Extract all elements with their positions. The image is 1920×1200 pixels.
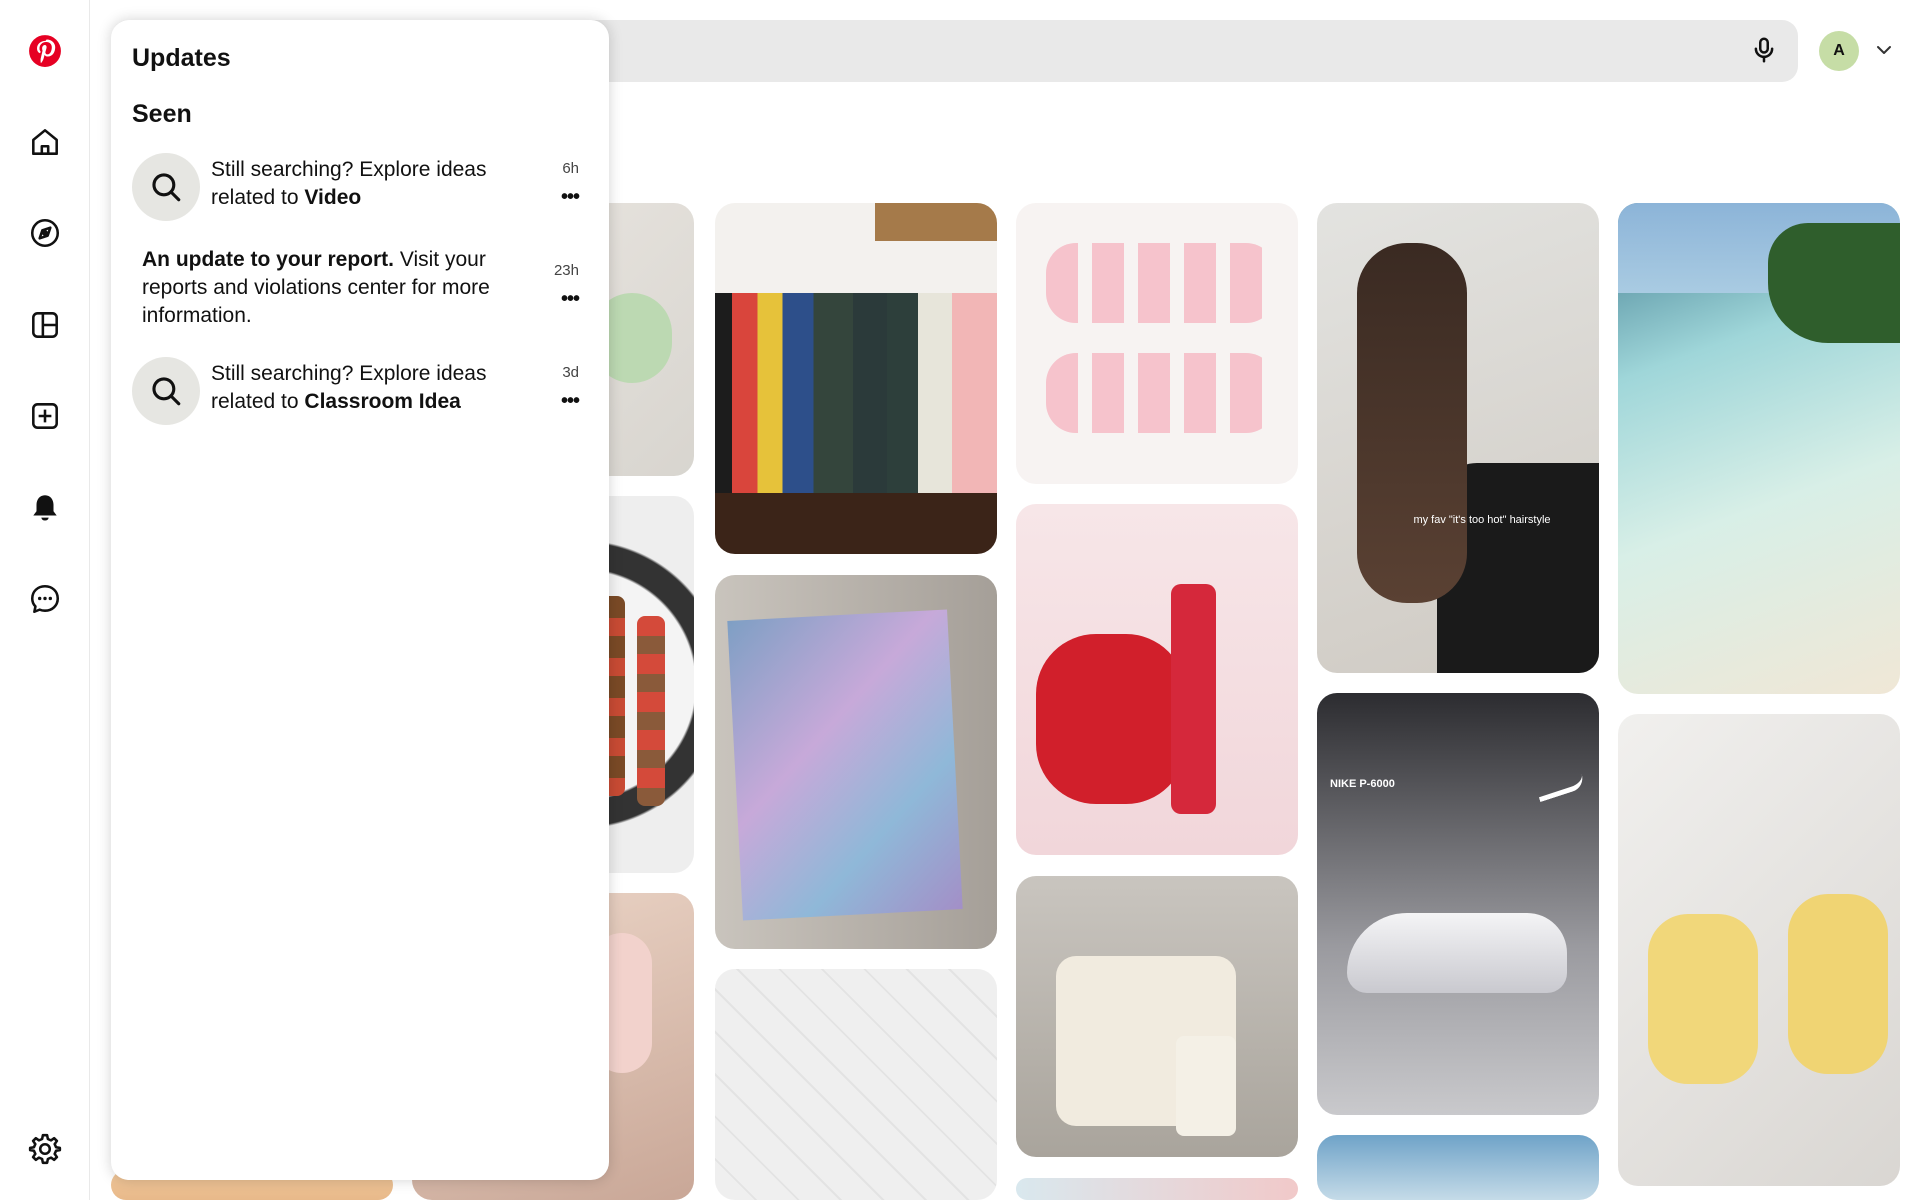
updates-nav-button[interactable] (17, 480, 73, 536)
pin-card[interactable] (1016, 504, 1298, 855)
avatar[interactable]: A (1819, 31, 1859, 71)
settings-nav-button[interactable] (17, 1121, 73, 1177)
messages-nav-button[interactable] (17, 571, 73, 627)
pinterest-logo-icon (29, 35, 61, 67)
pin-card[interactable] (1016, 876, 1298, 1157)
pin-card[interactable]: my fav "it's too hot" hairstyle (1317, 203, 1599, 673)
pin-card[interactable] (1016, 203, 1298, 484)
compass-icon (30, 218, 60, 248)
bell-icon (33, 495, 57, 521)
pin-card[interactable] (1317, 1135, 1599, 1200)
pin-card[interactable] (715, 969, 997, 1200)
pin-card[interactable] (1016, 1178, 1298, 1200)
pin-caption: NIKE P-6000 (1330, 778, 1395, 790)
explore-nav-button[interactable] (17, 205, 73, 261)
notification-time: 3d (562, 364, 579, 381)
gear-icon (28, 1133, 62, 1165)
notification-time: 23h (553, 262, 579, 279)
create-nav-button[interactable] (17, 388, 73, 444)
search-icon (152, 377, 181, 406)
notification-text: Still searching? Explore ideas related t… (211, 158, 487, 209)
boards-icon (32, 312, 58, 338)
notification-text: An update to your report. Visit your rep… (142, 248, 490, 327)
pin-card[interactable]: NIKE P-6000 (1317, 693, 1599, 1115)
notification-time: 6h (562, 160, 579, 177)
home-icon (32, 129, 58, 155)
microphone-button[interactable] (1744, 30, 1784, 70)
microphone-icon (1754, 37, 1774, 63)
notification-more-button[interactable]: ••• (561, 289, 580, 309)
search-icon-badge (132, 357, 200, 425)
chat-icon (30, 584, 60, 614)
pin-card[interactable] (1618, 203, 1900, 694)
notification-more-button[interactable]: ••• (561, 391, 580, 411)
plus-square-icon (32, 403, 58, 429)
pinterest-logo[interactable] (17, 23, 73, 79)
notification-text: Still searching? Explore ideas related t… (211, 362, 487, 413)
chevron-down-icon (1877, 46, 1891, 54)
sidebar-nav (0, 0, 90, 1200)
notification-more-button[interactable]: ••• (561, 187, 580, 207)
search-icon-badge (132, 153, 200, 221)
pin-caption: my fav "it's too hot" hairstyle (1413, 514, 1551, 526)
panel-title: Updates (132, 44, 231, 72)
pin-card[interactable] (1618, 714, 1900, 1186)
pin-card[interactable] (715, 575, 997, 949)
search-icon (152, 173, 181, 202)
home-nav-button[interactable] (17, 114, 73, 170)
boards-nav-button[interactable] (17, 297, 73, 353)
account-menu-button[interactable] (1872, 38, 1896, 62)
seen-heading: Seen (132, 100, 192, 128)
updates-panel: Updates Seen Still searching? Explore id… (111, 20, 609, 1180)
pin-card[interactable] (715, 203, 997, 554)
